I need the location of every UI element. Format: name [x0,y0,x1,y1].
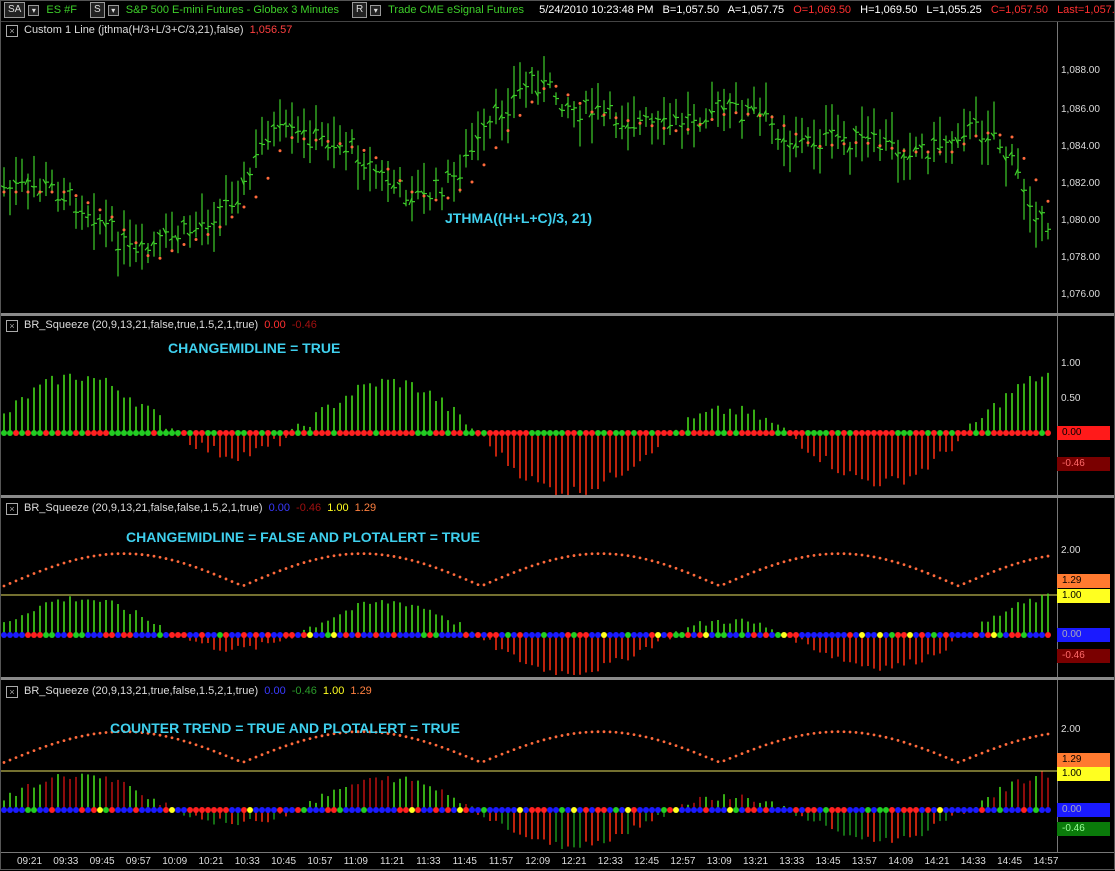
chart-window-frame [0,0,1115,870]
